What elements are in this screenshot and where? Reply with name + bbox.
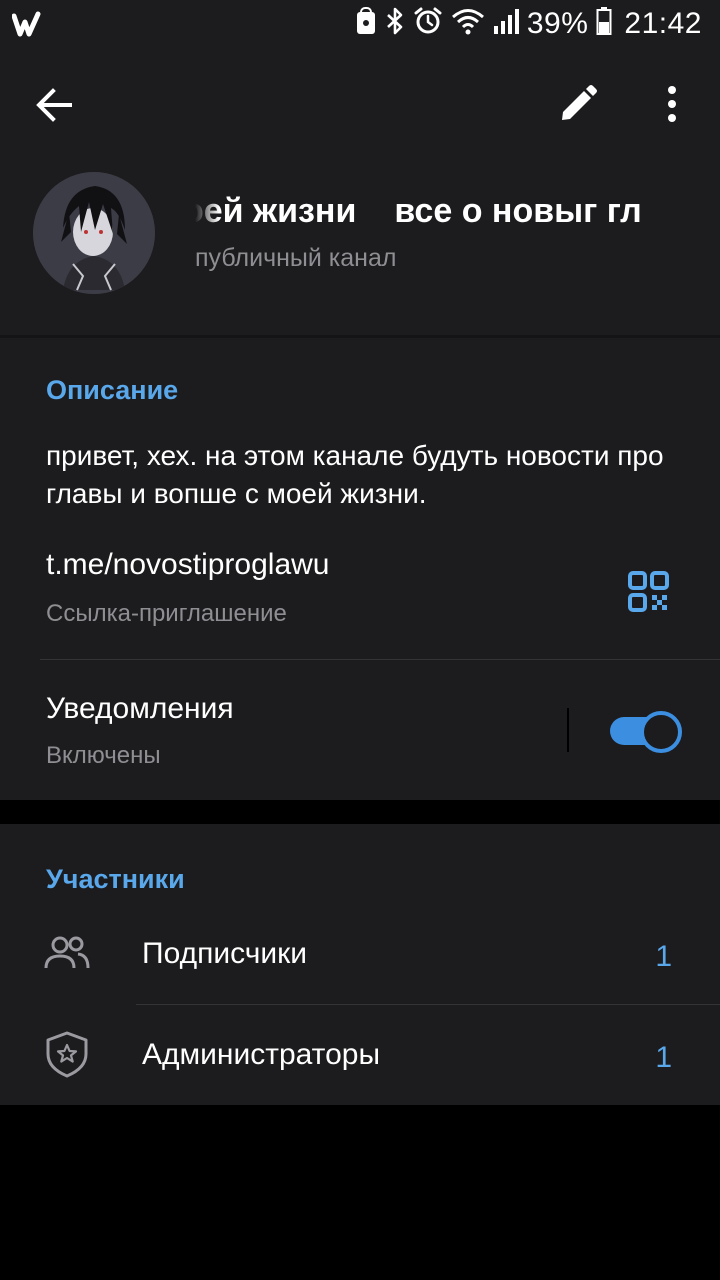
avatar-image	[33, 172, 155, 294]
notifications-toggle[interactable]	[608, 710, 682, 753]
channel-title: оей жизни все о новыг гл	[195, 192, 705, 240]
back-arrow-icon	[36, 88, 72, 122]
members-header: Участники	[46, 864, 185, 894]
more-options-button[interactable]	[652, 80, 692, 128]
toggle-knob	[640, 711, 682, 753]
wattpad-logo-icon	[11, 10, 42, 43]
notifications-label[interactable]: Уведомления	[46, 692, 234, 726]
invite-link[interactable]: t.me/novostiproglawu	[46, 548, 329, 582]
wifi-icon	[451, 6, 485, 41]
qr-code-icon	[628, 571, 669, 612]
battery-icon	[596, 6, 612, 41]
channel-title-part: оей жизни	[195, 192, 357, 230]
admins-label[interactable]: Администраторы	[142, 1038, 380, 1072]
people-icon	[42, 930, 92, 978]
admins-count: 1	[655, 1041, 672, 1074]
channel-title-part: все о новыг гл	[394, 192, 642, 230]
notifications-status: Включены	[46, 742, 161, 769]
clock-time: 21:42	[624, 6, 702, 40]
bluetooth-icon	[385, 6, 405, 41]
invite-link-caption: Ссылка-приглашение	[46, 600, 287, 627]
pencil-icon	[562, 85, 597, 120]
status-bar: 39% 21:42	[0, 0, 720, 50]
shield-star-icon	[42, 1030, 92, 1078]
signal-icon	[493, 6, 519, 41]
qr-code-button[interactable]	[622, 566, 674, 618]
toggle-divider	[567, 708, 569, 752]
channel-description: привет, хех. на этом канале будуть новос…	[46, 440, 664, 509]
row-separator	[136, 1004, 720, 1005]
row-separator	[40, 659, 720, 660]
channel-type: публичный канал	[195, 244, 397, 272]
edit-button[interactable]	[554, 80, 602, 128]
description-header: Описание	[46, 375, 179, 405]
channel-avatar[interactable]	[33, 172, 155, 294]
lock-icon	[355, 6, 377, 41]
subscribers-label[interactable]: Подписчики	[142, 937, 307, 971]
alarm-icon	[413, 6, 443, 41]
more-vertical-icon	[668, 86, 676, 122]
battery-percent: 39%	[526, 6, 589, 40]
back-button[interactable]	[30, 82, 82, 128]
subscribers-count: 1	[655, 940, 672, 973]
